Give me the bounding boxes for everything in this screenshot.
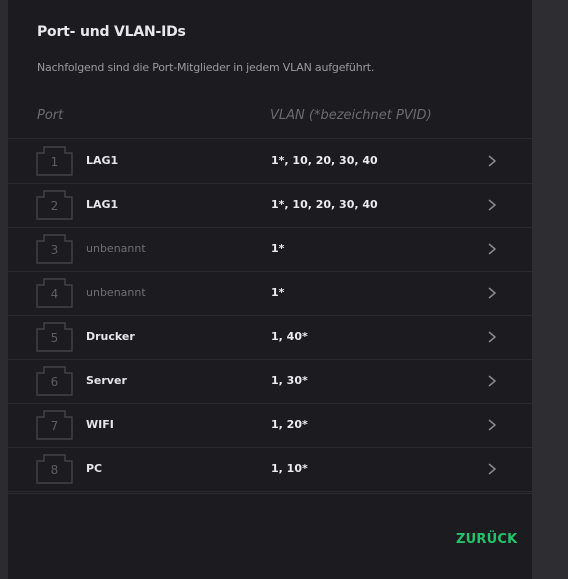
dialog-title: Port- und VLAN-IDs bbox=[37, 24, 186, 40]
ethernet-port-icon: 7 bbox=[36, 410, 73, 440]
port-vlans: 1, 10* bbox=[271, 462, 308, 475]
port-list: 1 LAG1 1*, 10, 20, 30, 40 2 LAG1 1*, 10,… bbox=[8, 140, 532, 492]
port-number: 1 bbox=[50, 155, 59, 169]
footer-divider bbox=[8, 493, 532, 494]
port-name: Drucker bbox=[86, 330, 135, 343]
backdrop-scroll-area bbox=[532, 0, 568, 579]
port-vlans: 1* bbox=[271, 242, 285, 255]
chevron-right-icon bbox=[488, 155, 497, 167]
ethernet-port-icon: 8 bbox=[36, 454, 73, 484]
port-number: 7 bbox=[50, 419, 59, 433]
column-header-vlan: VLAN (*bezeichnet PVID) bbox=[270, 108, 432, 123]
port-row[interactable]: 3 unbenannt 1* bbox=[8, 228, 532, 272]
port-number: 2 bbox=[50, 199, 59, 213]
chevron-right-icon bbox=[488, 243, 497, 255]
port-row[interactable]: 7 WIFI 1, 20* bbox=[8, 404, 532, 448]
port-row[interactable]: 8 PC 1, 10* bbox=[8, 448, 532, 492]
ethernet-port-icon: 4 bbox=[36, 278, 73, 308]
port-vlan-dialog: Port- und VLAN-IDs Nachfolgend sind die … bbox=[8, 0, 532, 579]
column-header-port: Port bbox=[37, 108, 64, 123]
chevron-right-icon bbox=[488, 199, 497, 211]
port-name: Server bbox=[86, 374, 127, 387]
port-vlans: 1* bbox=[271, 286, 285, 299]
port-row[interactable]: 6 Server 1, 30* bbox=[8, 360, 532, 404]
port-name: LAG1 bbox=[86, 154, 119, 167]
port-row[interactable]: 2 LAG1 1*, 10, 20, 30, 40 bbox=[8, 184, 532, 228]
chevron-right-icon bbox=[488, 375, 497, 387]
port-vlans: 1*, 10, 20, 30, 40 bbox=[271, 154, 378, 167]
ethernet-port-icon: 1 bbox=[36, 146, 73, 176]
port-vlans: 1, 30* bbox=[271, 374, 308, 387]
port-name: unbenannt bbox=[86, 286, 146, 299]
port-row[interactable]: 1 LAG1 1*, 10, 20, 30, 40 bbox=[8, 140, 532, 184]
chevron-right-icon bbox=[488, 419, 497, 431]
port-name: unbenannt bbox=[86, 242, 146, 255]
port-name: WIFI bbox=[86, 418, 114, 431]
chevron-right-icon bbox=[488, 331, 497, 343]
ethernet-port-icon: 5 bbox=[36, 322, 73, 352]
chevron-right-icon bbox=[488, 463, 497, 475]
dialog-subtitle: Nachfolgend sind die Port-Mitglieder in … bbox=[37, 61, 375, 74]
port-vlans: 1, 40* bbox=[271, 330, 308, 343]
port-number: 8 bbox=[50, 463, 59, 477]
ethernet-port-icon: 2 bbox=[36, 190, 73, 220]
port-name: LAG1 bbox=[86, 198, 119, 211]
ethernet-port-icon: 3 bbox=[36, 234, 73, 264]
port-vlans: 1, 20* bbox=[271, 418, 308, 431]
port-number: 6 bbox=[50, 375, 59, 389]
port-row[interactable]: 4 unbenannt 1* bbox=[8, 272, 532, 316]
ethernet-port-icon: 6 bbox=[36, 366, 73, 396]
port-row[interactable]: 5 Drucker 1, 40* bbox=[8, 316, 532, 360]
port-name: PC bbox=[86, 462, 103, 475]
chevron-right-icon bbox=[488, 287, 497, 299]
port-number: 3 bbox=[50, 243, 59, 257]
port-number: 5 bbox=[50, 331, 59, 345]
back-button[interactable]: ZURÜCK bbox=[456, 532, 517, 547]
table-header: Port VLAN (*bezeichnet PVID) bbox=[8, 98, 532, 139]
port-vlans: 1*, 10, 20, 30, 40 bbox=[271, 198, 378, 211]
backdrop bbox=[0, 0, 8, 579]
port-number: 4 bbox=[50, 287, 59, 301]
